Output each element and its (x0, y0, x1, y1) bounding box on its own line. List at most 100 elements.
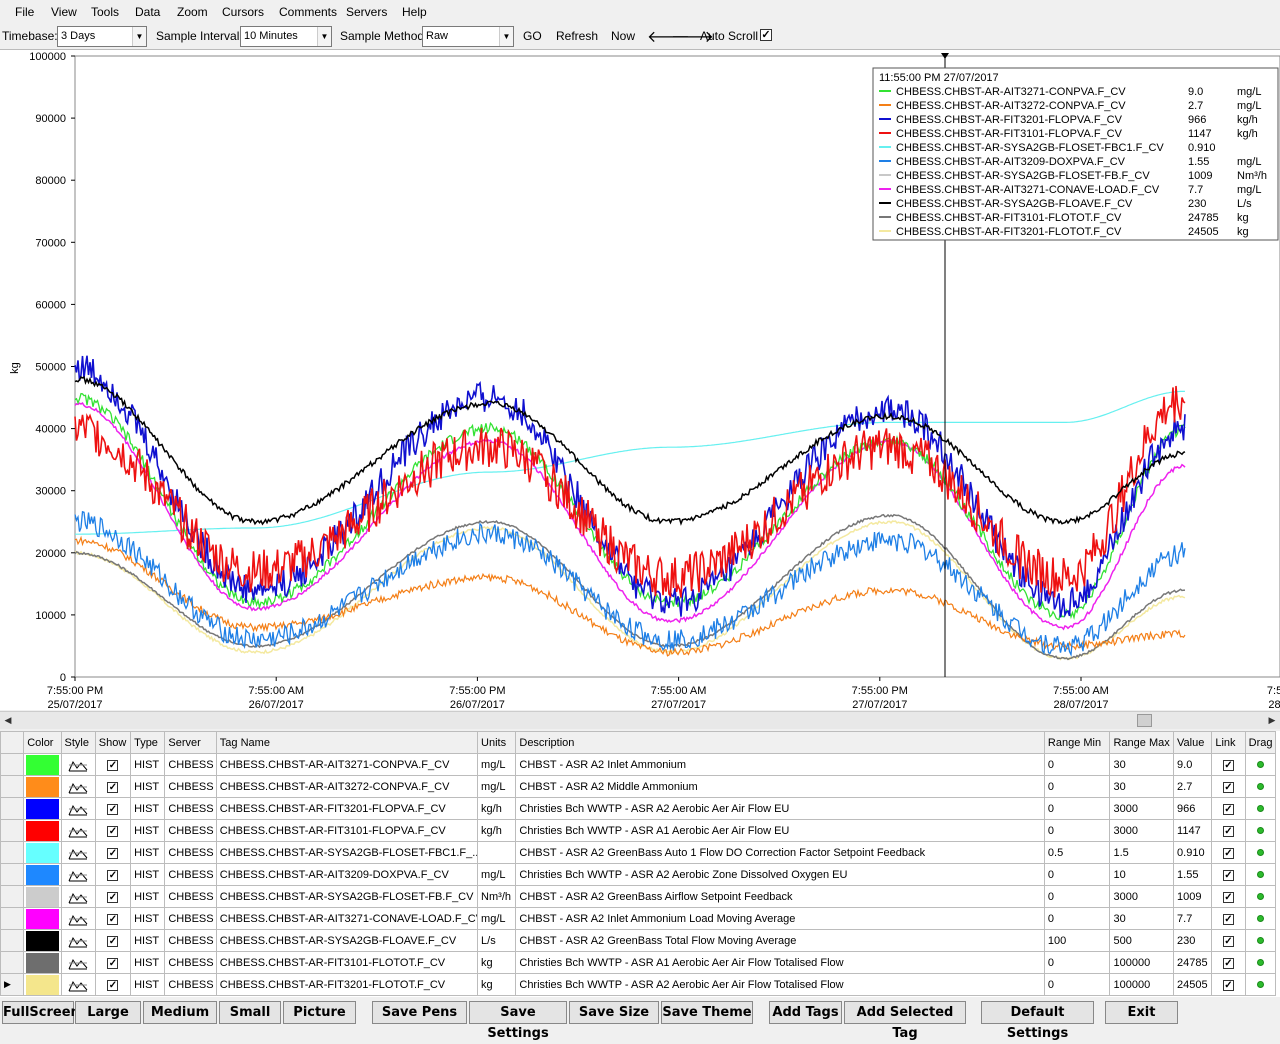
trend-chart[interactable]: 100000 90000 80000 70000 60000 50000 40000 3000… (0, 49, 1280, 711)
pen-style-cell[interactable] (60, 841, 96, 864)
range-max-cell[interactable]: 1.5 (1109, 841, 1175, 864)
default-settings-button[interactable]: Default Settings (981, 1001, 1094, 1041)
tag-name-cell[interactable]: CHBESS.CHBST-AR-SYSA2GB-FLOSET-FBC1.F_..… (215, 841, 479, 864)
chevron-down-icon[interactable]: ▼ (499, 27, 513, 46)
link-cell[interactable]: ✓ (1211, 929, 1246, 952)
pen-style-cell[interactable] (60, 929, 96, 952)
drag-handle-icon[interactable] (1256, 870, 1264, 878)
table-row[interactable]: ✓ HIST CHBESS CHBESS.CHBST-AR-AIT3271-CONAV… (0, 907, 1277, 930)
tag-name-cell[interactable]: CHBESS.CHBST-AR-AIT3271-CONAVE-LOAD.F_CV (215, 907, 479, 930)
tag-name-cell[interactable]: CHBESS.CHBST-AR-FIT3201-FLOTOT.F_CV (215, 973, 479, 996)
refresh-button[interactable]: Refresh (556, 29, 598, 43)
show-cell[interactable]: ✓ (94, 753, 132, 776)
table-row[interactable]: ✓ HIST CHBESS CHBESS.CHBST-AR-AIT3272-CONPV… (0, 775, 1277, 798)
show-checkbox[interactable]: ✓ (107, 957, 119, 969)
drag-cell[interactable] (1244, 819, 1277, 842)
drag-cell[interactable] (1244, 775, 1277, 798)
drag-handle-icon[interactable] (1256, 804, 1264, 812)
show-checkbox[interactable]: ✓ (107, 979, 119, 991)
pen-style-cell[interactable] (60, 797, 96, 820)
pen-color-swatch[interactable] (25, 864, 59, 885)
header-drag[interactable]: Drag (1244, 731, 1277, 754)
line-style-icon[interactable] (67, 801, 89, 817)
pen-style-cell[interactable] (60, 885, 96, 908)
link-checkbox[interactable]: ✓ (1223, 913, 1234, 925)
range-min-cell[interactable]: 0 (1043, 885, 1111, 908)
link-checkbox[interactable]: ✓ (1223, 869, 1234, 881)
pen-color-swatch[interactable] (25, 754, 59, 775)
save-size-button[interactable]: Save Size (569, 1001, 659, 1024)
scroll-right-icon[interactable]: ▶ (1264, 712, 1280, 729)
tag-name-cell[interactable]: CHBESS.CHBST-AR-SYSA2GB-FLOSET-FB.F_CV (215, 885, 479, 908)
line-style-icon[interactable] (67, 779, 89, 795)
row-selector[interactable] (0, 885, 25, 908)
header-tag-name[interactable]: Tag Name (215, 731, 479, 754)
pen-color-cell[interactable] (23, 973, 62, 996)
row-selector[interactable] (0, 753, 25, 776)
row-selector[interactable] (0, 775, 25, 798)
link-checkbox[interactable]: ✓ (1223, 847, 1234, 859)
link-cell[interactable]: ✓ (1211, 797, 1246, 820)
link-checkbox[interactable]: ✓ (1223, 825, 1234, 837)
link-cell[interactable]: ✓ (1211, 973, 1246, 996)
range-max-cell[interactable]: 3000 (1109, 885, 1175, 908)
small-button[interactable]: Small (219, 1001, 281, 1024)
show-checkbox[interactable]: ✓ (107, 803, 119, 815)
tag-name-cell[interactable]: CHBESS.CHBST-AR-AIT3272-CONPVA.F_CV (215, 775, 479, 798)
drag-handle-icon[interactable] (1256, 826, 1264, 834)
header-description[interactable]: Description (515, 731, 1045, 754)
line-style-icon[interactable] (67, 955, 89, 971)
chevron-down-icon[interactable]: ▼ (132, 27, 146, 46)
header-range-max[interactable]: Range Max (1109, 731, 1175, 754)
link-checkbox[interactable]: ✓ (1223, 935, 1234, 947)
range-min-cell[interactable]: 0 (1043, 951, 1111, 974)
line-style-icon[interactable] (67, 889, 89, 905)
link-cell[interactable]: ✓ (1211, 863, 1246, 886)
table-row[interactable]: ✓ HIST CHBESS CHBESS.CHBST-AR-FIT3101-FLOPV… (0, 819, 1277, 842)
show-cell[interactable]: ✓ (94, 973, 132, 996)
table-row[interactable]: ✓ HIST CHBESS CHBESS.CHBST-AR-SYSA2GB-FLOSE… (0, 841, 1277, 864)
row-selector[interactable]: ▶ (0, 973, 25, 996)
pen-color-cell[interactable] (23, 753, 62, 776)
pen-color-cell[interactable] (23, 951, 62, 974)
pen-color-cell[interactable] (23, 797, 62, 820)
pen-color-cell[interactable] (23, 907, 62, 930)
method-select[interactable]: Raw ▼ (422, 26, 514, 47)
link-cell[interactable]: ✓ (1211, 951, 1246, 974)
range-max-cell[interactable]: 30 (1109, 907, 1175, 930)
drag-handle-icon[interactable] (1256, 980, 1264, 988)
large-button[interactable]: Large (75, 1001, 141, 1024)
go-button[interactable]: GO (523, 29, 542, 43)
link-checkbox[interactable]: ✓ (1223, 759, 1234, 771)
pen-style-cell[interactable] (60, 775, 96, 798)
header-color[interactable]: Color (23, 731, 62, 754)
pen-color-swatch[interactable] (25, 930, 59, 951)
row-selector[interactable] (0, 951, 25, 974)
pen-color-swatch[interactable] (25, 776, 59, 797)
row-selector[interactable] (0, 907, 25, 930)
drag-cell[interactable] (1244, 907, 1277, 930)
save-pens-button[interactable]: Save Pens (372, 1001, 467, 1024)
drag-cell[interactable] (1244, 885, 1277, 908)
add-tags-button[interactable]: Add Tags (769, 1001, 842, 1024)
show-checkbox[interactable]: ✓ (107, 781, 119, 793)
link-cell[interactable]: ✓ (1211, 841, 1246, 864)
range-max-cell[interactable]: 3000 (1109, 819, 1175, 842)
pen-color-cell[interactable] (23, 863, 62, 886)
table-row[interactable]: ▶ ✓ HIST CHBESS CHBESS.CHBST-AR-FIT3201-FLOT… (0, 973, 1277, 996)
save-theme-button[interactable]: Save Theme (661, 1001, 753, 1024)
table-row[interactable]: ✓ HIST CHBESS CHBESS.CHBST-AR-SYSA2GB-FLOAV… (0, 929, 1277, 952)
show-checkbox[interactable]: ✓ (107, 847, 119, 859)
range-max-cell[interactable]: 100000 (1109, 951, 1175, 974)
range-max-cell[interactable]: 3000 (1109, 797, 1175, 820)
row-selector[interactable] (0, 797, 25, 820)
drag-cell[interactable] (1244, 863, 1277, 886)
range-min-cell[interactable]: 100 (1043, 929, 1111, 952)
show-cell[interactable]: ✓ (94, 797, 132, 820)
header-value[interactable]: Value (1173, 731, 1213, 754)
line-style-icon[interactable] (67, 823, 89, 839)
autoscroll-checkbox[interactable]: ✓ (760, 29, 772, 41)
link-cell[interactable]: ✓ (1211, 775, 1246, 798)
row-selector[interactable] (0, 929, 25, 952)
menu-servers[interactable]: Servers (346, 5, 387, 19)
